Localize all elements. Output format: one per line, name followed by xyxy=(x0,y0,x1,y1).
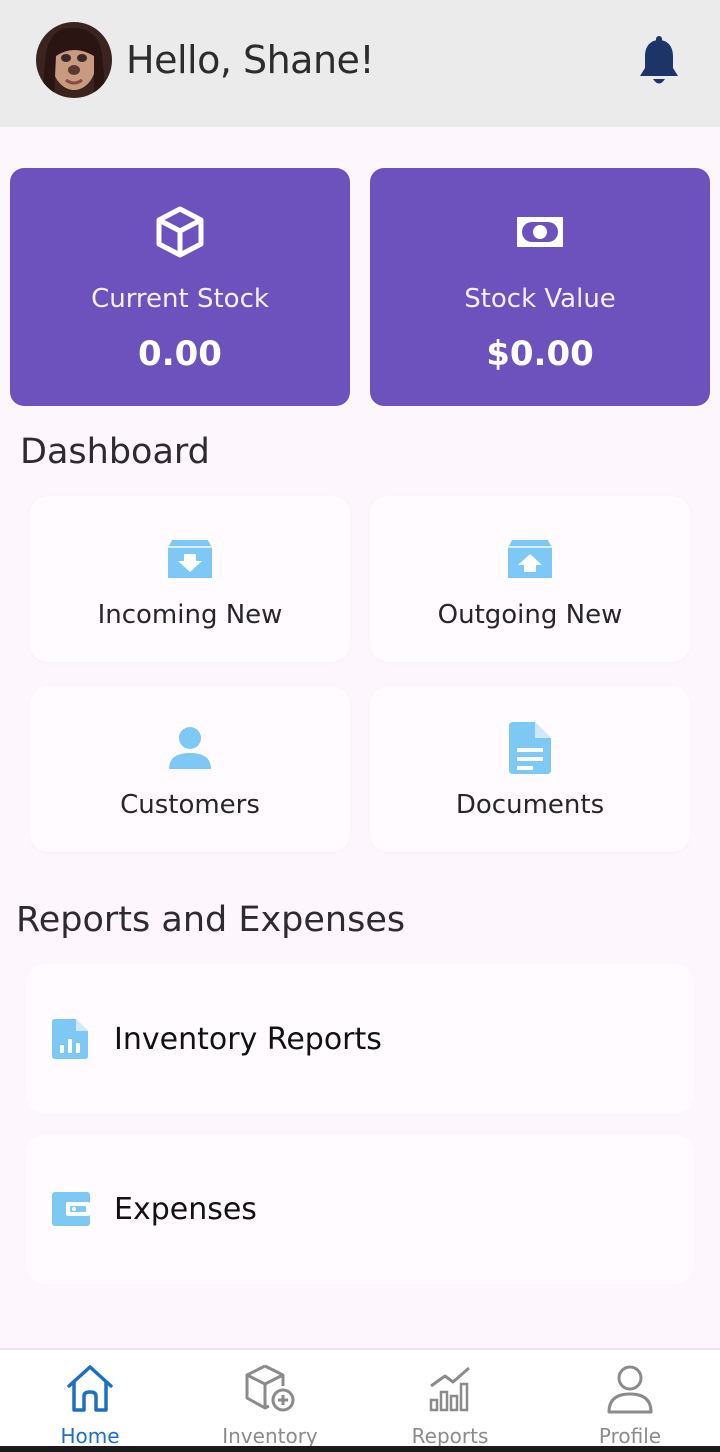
home-icon xyxy=(0,1362,180,1416)
current-stock-label: Current Stock xyxy=(91,284,269,314)
expenses-item[interactable]: Expenses xyxy=(26,1134,694,1284)
nav-home[interactable]: Home xyxy=(0,1350,180,1450)
nav-profile-label: Profile xyxy=(598,1424,662,1448)
nav-inventory-label: Inventory xyxy=(222,1424,318,1448)
profile-icon xyxy=(540,1362,720,1416)
report-chart-icon xyxy=(52,1019,88,1059)
app-header: Hello, Shane! xyxy=(0,0,720,127)
archive-down-icon xyxy=(30,532,350,584)
document-icon xyxy=(370,722,690,774)
nav-home-label: Home xyxy=(60,1424,120,1448)
archive-up-icon xyxy=(370,532,690,584)
documents-label: Documents xyxy=(455,790,605,820)
bottom-nav: Home Inventory Reports Profile xyxy=(0,1348,720,1452)
reports-expenses-title: Reports and Expenses xyxy=(16,900,406,940)
documents-card[interactable]: Documents xyxy=(370,686,690,852)
customers-label: Customers xyxy=(120,790,260,820)
inventory-reports-item[interactable]: Inventory Reports xyxy=(26,964,694,1114)
stock-value-label: Stock Value xyxy=(464,284,616,314)
wallet-icon xyxy=(52,1190,90,1230)
current-stock-value: 0.00 xyxy=(138,334,222,374)
avatar[interactable] xyxy=(36,22,112,98)
greeting-text: Hello, Shane! xyxy=(126,38,375,82)
current-stock-card[interactable]: Current Stock 0.00 xyxy=(10,168,350,406)
incoming-new-label: Incoming New xyxy=(97,600,283,630)
incoming-new-card[interactable]: Incoming New xyxy=(30,496,350,662)
person-icon xyxy=(30,722,350,774)
nav-inventory[interactable]: Inventory xyxy=(180,1350,360,1450)
nav-reports[interactable]: Reports xyxy=(360,1350,540,1450)
customers-card[interactable]: Customers xyxy=(30,686,350,852)
dashboard-title: Dashboard xyxy=(20,432,210,472)
nav-profile[interactable]: Profile xyxy=(540,1350,720,1450)
bar-chart-icon xyxy=(360,1362,540,1416)
box-icon xyxy=(10,202,350,262)
bell-icon[interactable] xyxy=(636,36,682,88)
cash-icon xyxy=(370,202,710,262)
stock-value-amount: $0.00 xyxy=(486,334,594,374)
expenses-label: Expenses xyxy=(114,1192,257,1227)
outgoing-new-label: Outgoing New xyxy=(437,600,623,630)
outgoing-new-card[interactable]: Outgoing New xyxy=(370,496,690,662)
inventory-box-icon xyxy=(180,1362,360,1416)
system-home-indicator xyxy=(0,1446,720,1452)
stock-value-card[interactable]: Stock Value $0.00 xyxy=(370,168,710,406)
inventory-reports-label: Inventory Reports xyxy=(114,1022,382,1057)
nav-reports-label: Reports xyxy=(411,1424,489,1448)
